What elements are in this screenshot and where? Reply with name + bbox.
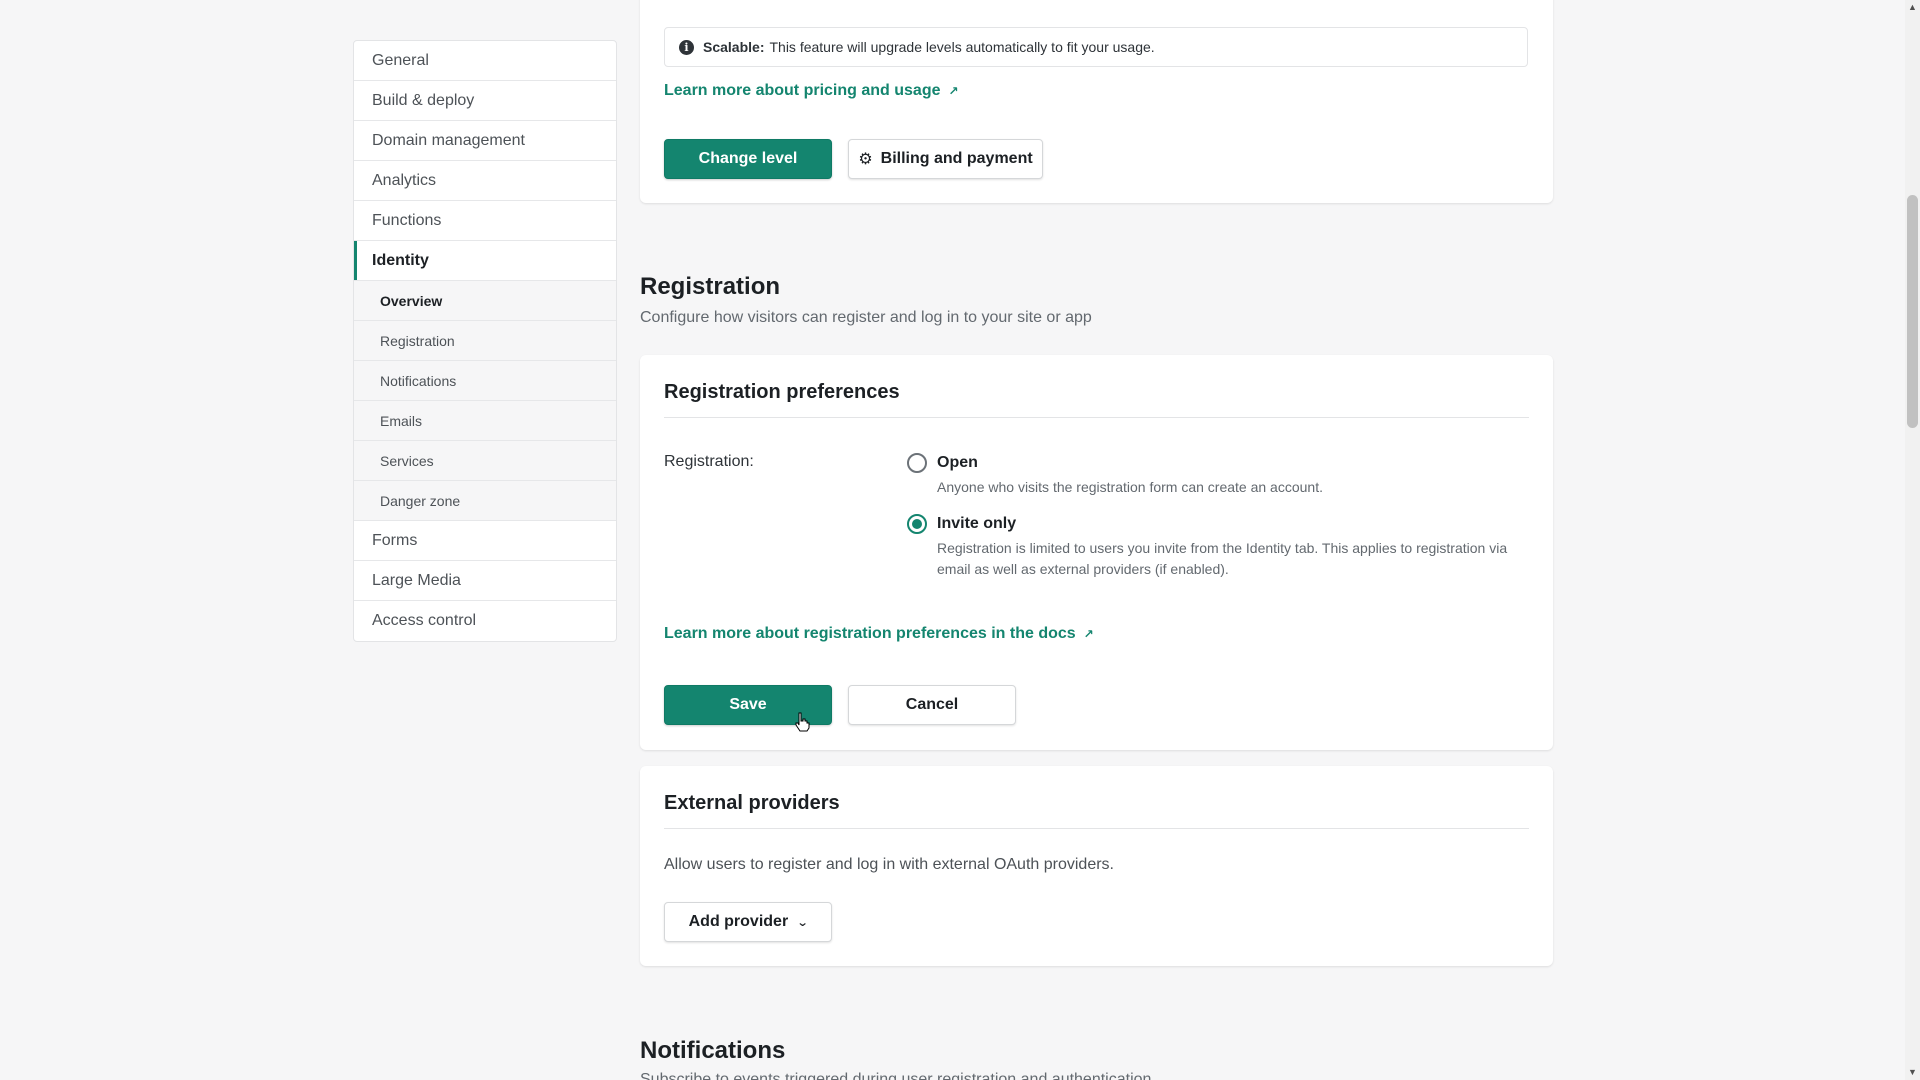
sidebar-subitem-emails[interactable]: Emails bbox=[354, 401, 616, 441]
open-radio[interactable] bbox=[907, 453, 927, 473]
external-providers-card: External providers Allow users to regist… bbox=[640, 766, 1553, 966]
open-radio-help: Anyone who visits the registration form … bbox=[937, 479, 1323, 495]
sidebar-subitem-registration[interactable]: Registration bbox=[354, 321, 616, 361]
settings-sidebar: General Build & deploy Domain management… bbox=[353, 40, 617, 642]
divider bbox=[664, 417, 1529, 418]
sidebar-item-build-deploy[interactable]: Build & deploy bbox=[354, 81, 616, 121]
scalable-info-box: i Scalable: This feature will upgrade le… bbox=[664, 27, 1528, 67]
invite-only-radio-label: Invite only bbox=[937, 515, 1017, 532]
scroll-down-arrow-icon[interactable]: ▼ bbox=[1908, 1068, 1917, 1077]
gear-icon: ⚙ bbox=[858, 151, 873, 168]
registration-docs-link[interactable]: Learn more about registration preference… bbox=[664, 625, 1094, 643]
registration-preferences-title: Registration preferences bbox=[664, 381, 900, 403]
scalable-text: This feature will upgrade levels automat… bbox=[769, 39, 1155, 55]
sidebar-item-domain-management[interactable]: Domain management bbox=[354, 121, 616, 161]
add-provider-label: Add provider bbox=[688, 913, 789, 930]
registration-description: Configure how visitors can register and … bbox=[640, 309, 1092, 326]
billing-payment-button[interactable]: ⚙ Billing and payment bbox=[848, 139, 1043, 179]
page: General Build & deploy Domain management… bbox=[0, 0, 1920, 1080]
page-scrollbar[interactable]: ▲ ▼ bbox=[1905, 0, 1920, 1080]
level-card: i Scalable: This feature will upgrade le… bbox=[640, 0, 1553, 203]
scalable-label: Scalable: bbox=[703, 39, 765, 55]
sidebar-item-functions[interactable]: Functions bbox=[354, 201, 616, 241]
registration-docs-link-label: Learn more about registration preference… bbox=[664, 625, 1076, 642]
pricing-usage-link-label: Learn more about pricing and usage bbox=[664, 82, 941, 99]
sidebar-item-large-media[interactable]: Large Media bbox=[354, 561, 616, 601]
open-radio-label: Open bbox=[937, 454, 978, 471]
sidebar-item-forms[interactable]: Forms bbox=[354, 521, 616, 561]
sidebar-subitem-notifications[interactable]: Notifications bbox=[354, 361, 616, 401]
scroll-up-arrow-icon[interactable]: ▲ bbox=[1908, 3, 1917, 12]
sidebar-item-access-control[interactable]: Access control bbox=[354, 601, 616, 641]
sidebar-item-analytics[interactable]: Analytics bbox=[354, 161, 616, 201]
save-button[interactable]: Save bbox=[664, 685, 832, 725]
registration-field-label: Registration: bbox=[664, 453, 754, 470]
cancel-button[interactable]: Cancel bbox=[848, 685, 1016, 725]
sidebar-subitem-services[interactable]: Services bbox=[354, 441, 616, 481]
registration-preferences-card: Registration preferences Registration: O… bbox=[640, 355, 1553, 750]
sidebar-item-identity[interactable]: Identity bbox=[354, 241, 616, 281]
external-providers-title: External providers bbox=[664, 792, 840, 814]
scrollbar-thumb[interactable] bbox=[1907, 195, 1918, 428]
invite-only-radio-help: Registration is limited to users you inv… bbox=[937, 540, 1508, 577]
pricing-usage-link[interactable]: Learn more about pricing and usage ↗ bbox=[664, 82, 959, 100]
billing-payment-label: Billing and payment bbox=[880, 150, 1033, 167]
divider bbox=[664, 828, 1529, 829]
sidebar-subitem-overview[interactable]: Overview bbox=[354, 281, 616, 321]
external-providers-description: Allow users to register and log in with … bbox=[664, 856, 1114, 873]
change-level-button[interactable]: Change level bbox=[664, 139, 832, 179]
sidebar-item-general[interactable]: General bbox=[354, 41, 616, 81]
notifications-title: Notifications bbox=[640, 1037, 786, 1064]
info-icon: i bbox=[679, 39, 694, 55]
notifications-description: Subscribe to events triggered during use… bbox=[640, 1071, 1152, 1080]
sidebar-subitem-danger-zone[interactable]: Danger zone bbox=[354, 481, 616, 521]
registration-title: Registration bbox=[640, 273, 781, 300]
chevron-down-icon: ⌄ bbox=[796, 916, 809, 929]
invite-only-radio[interactable] bbox=[907, 514, 927, 534]
external-link-icon: ↗ bbox=[1083, 627, 1094, 641]
external-link-icon: ↗ bbox=[948, 84, 959, 98]
add-provider-button[interactable]: Add provider ⌄ bbox=[664, 902, 832, 942]
